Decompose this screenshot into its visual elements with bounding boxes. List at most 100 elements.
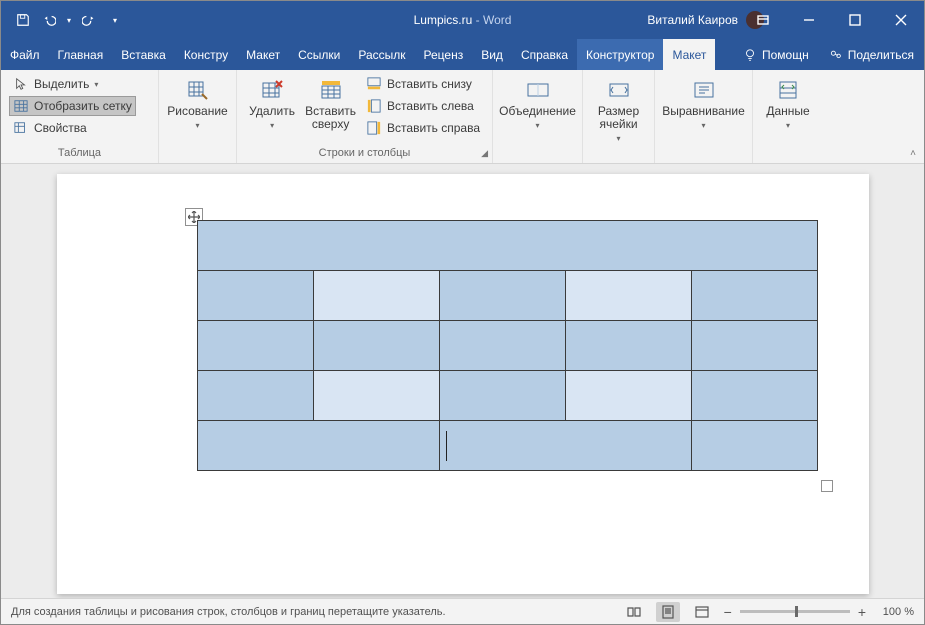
tab-home[interactable]: Главная <box>49 39 113 70</box>
tab-view[interactable]: Вид <box>472 39 512 70</box>
table-cell[interactable] <box>313 271 439 321</box>
table-cell[interactable] <box>439 321 565 371</box>
table-cell[interactable] <box>565 371 691 421</box>
table-cell[interactable] <box>439 421 691 471</box>
ribbon: Выделить▾ Отобразить сетку Свойства Табл… <box>1 70 924 164</box>
ribbon-group-data: Данные ▾ <box>753 70 823 163</box>
ribbon-display-options-button[interactable] <box>740 1 786 39</box>
table-row[interactable] <box>197 271 817 321</box>
table-cell[interactable] <box>691 371 817 421</box>
data-button[interactable]: Данные ▾ <box>761 74 815 134</box>
select-button[interactable]: Выделить▾ <box>9 74 136 94</box>
tab-mailings[interactable]: Рассылк <box>349 39 414 70</box>
draw-table-label: Рисование <box>167 105 227 118</box>
table-cell[interactable] <box>565 321 691 371</box>
dialog-launcher-icon[interactable]: ◢ <box>481 148 488 159</box>
document-name: Lumpics.ru <box>414 13 473 27</box>
table-cell[interactable] <box>197 371 313 421</box>
insert-right-button[interactable]: Вставить справа <box>362 118 484 138</box>
table-row[interactable] <box>197 221 817 271</box>
group-table-label: Таблица <box>9 147 150 161</box>
web-layout-button[interactable] <box>690 602 714 622</box>
table-row[interactable] <box>197 421 817 471</box>
document-area[interactable] <box>1 164 924 598</box>
merge-icon <box>526 78 550 102</box>
ribbon-tabs: Файл Главная Вставка Констру Макет Ссылк… <box>1 39 924 70</box>
gridlines-icon <box>13 98 29 114</box>
table-cell[interactable] <box>197 271 313 321</box>
undo-icon[interactable] <box>41 12 57 28</box>
table-cell[interactable] <box>197 221 817 271</box>
insert-right-label: Вставить справа <box>387 121 480 135</box>
read-mode-button[interactable] <box>622 602 646 622</box>
collapse-ribbon-icon[interactable]: ˄ <box>910 148 916 159</box>
tab-insert[interactable]: Вставка <box>112 39 175 70</box>
zoom-slider[interactable] <box>740 610 850 613</box>
tab-spacer <box>715 39 733 70</box>
properties-button[interactable]: Свойства <box>9 118 136 138</box>
minimize-button[interactable] <box>786 1 832 39</box>
status-bar: Для создания таблицы и рисования строк, … <box>1 598 924 624</box>
insert-below-icon <box>366 76 382 92</box>
table-cell[interactable] <box>691 271 817 321</box>
insert-below-label: Вставить снизу <box>387 77 472 91</box>
text-caret <box>446 431 447 461</box>
tab-help[interactable]: Справка <box>512 39 577 70</box>
delete-button[interactable]: Удалить ▾ <box>245 74 299 134</box>
zoom-level[interactable]: 100 % <box>874 606 914 618</box>
properties-icon <box>13 120 29 136</box>
table-cell[interactable] <box>691 421 817 471</box>
maximize-button[interactable] <box>832 1 878 39</box>
user-name: Виталий Каиров <box>647 13 738 27</box>
content-table[interactable] <box>197 220 818 471</box>
status-text: Для создания таблицы и рисования строк, … <box>11 606 612 618</box>
qat-customize-icon[interactable]: ▾ <box>113 16 117 25</box>
table-cell[interactable] <box>197 321 313 371</box>
tab-table-design[interactable]: Конструктор <box>577 39 663 70</box>
merge-label: Объединение <box>499 105 576 118</box>
table-cell[interactable] <box>313 371 439 421</box>
zoom-out-button[interactable]: − <box>724 604 732 620</box>
share-icon <box>829 48 843 62</box>
tab-review[interactable]: Реценз <box>415 39 473 70</box>
tell-me-button[interactable]: Помощн <box>733 39 819 70</box>
view-gridlines-button[interactable]: Отобразить сетку <box>9 96 136 116</box>
table-resize-handle[interactable] <box>821 480 833 492</box>
insert-below-button[interactable]: Вставить снизу <box>362 74 484 94</box>
table-cell[interactable] <box>197 421 439 471</box>
table-cell[interactable] <box>691 321 817 371</box>
share-button[interactable]: Поделиться <box>819 39 924 70</box>
app-name: Word <box>483 13 511 27</box>
tab-table-layout[interactable]: Макет <box>663 39 715 70</box>
ribbon-group-cellsize: Размер ячейки ▾ <box>583 70 655 163</box>
alignment-button[interactable]: Выравнивание ▾ <box>660 74 747 134</box>
tab-references[interactable]: Ссылки <box>289 39 349 70</box>
document-page[interactable] <box>57 174 869 594</box>
insert-left-button[interactable]: Вставить слева <box>362 96 484 116</box>
delete-icon <box>260 78 284 102</box>
ribbon-group-merge: Объединение ▾ <box>493 70 583 163</box>
table-cell[interactable] <box>439 271 565 321</box>
tab-file[interactable]: Файл <box>1 39 49 70</box>
cellsize-icon <box>607 78 631 102</box>
redo-icon[interactable] <box>81 12 97 28</box>
tab-design[interactable]: Констру <box>175 39 237 70</box>
table-row[interactable] <box>197 371 817 421</box>
draw-table-button[interactable]: Рисование ▾ <box>168 74 228 134</box>
cellsize-button[interactable]: Размер ячейки ▾ <box>591 74 646 147</box>
group-cellsize-label <box>591 147 646 161</box>
merge-button[interactable]: Объединение ▾ <box>497 74 578 134</box>
table-cell[interactable] <box>565 271 691 321</box>
tab-layout[interactable]: Макет <box>237 39 289 70</box>
insert-above-button[interactable]: Вставить сверху <box>303 74 358 135</box>
table-row[interactable] <box>197 321 817 371</box>
close-button[interactable] <box>878 1 924 39</box>
print-layout-button[interactable] <box>656 602 680 622</box>
save-icon[interactable] <box>15 12 31 28</box>
group-merge-label <box>501 147 574 161</box>
data-icon <box>776 78 800 102</box>
zoom-in-button[interactable]: + <box>858 604 866 620</box>
table-cell[interactable] <box>313 321 439 371</box>
undo-dropdown-icon[interactable]: ▾ <box>67 16 71 25</box>
table-cell[interactable] <box>439 371 565 421</box>
